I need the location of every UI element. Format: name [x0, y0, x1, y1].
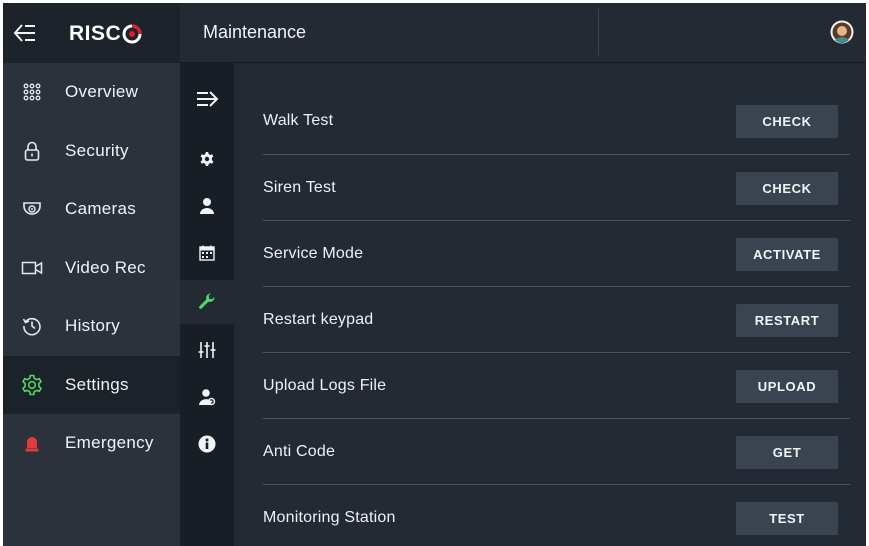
top-bar: Maintenance — [180, 3, 866, 63]
sidebar-item-label: Overview — [65, 82, 139, 102]
video-icon — [3, 239, 65, 298]
logo-mark-icon — [122, 24, 142, 44]
sidebar-item-video-rec[interactable]: Video Rec — [3, 239, 180, 298]
settings-subrail — [180, 63, 234, 546]
row-label: Anti Code — [263, 443, 336, 460]
rail-item-sliders[interactable] — [180, 328, 234, 372]
siren-test-check-button[interactable]: CHECK — [736, 171, 838, 205]
sidebar-item-label: History — [65, 316, 120, 336]
logo-text: RISC — [69, 22, 122, 45]
row-anti-code: Anti Code GET — [263, 419, 850, 485]
row-label: Restart keypad — [263, 311, 374, 328]
info-icon — [198, 435, 216, 453]
sidebar-item-cameras[interactable]: Cameras — [3, 180, 180, 239]
row-siren-test: Siren Test CHECK — [263, 155, 850, 221]
calendar-icon — [199, 245, 215, 261]
row-upload-logs: Upload Logs File UPLOAD — [263, 353, 850, 419]
maintenance-panel: Walk Test CHECK Siren Test CHECK Service… — [234, 63, 866, 546]
grid-icon — [3, 63, 65, 122]
sidebar-item-settings[interactable]: Settings — [3, 355, 180, 415]
history-icon — [3, 297, 65, 356]
rail-item-maintenance[interactable] — [180, 280, 234, 324]
upload-logs-button[interactable]: UPLOAD — [736, 369, 838, 403]
lock-icon — [3, 122, 65, 181]
row-walk-test: Walk Test CHECK — [263, 88, 850, 154]
sidebar-item-security[interactable]: Security — [3, 122, 180, 181]
sidebar-item-label: Settings — [65, 374, 129, 394]
row-service-mode: Service Mode ACTIVATE — [263, 221, 850, 287]
siren-icon — [3, 414, 65, 473]
walk-test-check-button[interactable]: CHECK — [736, 104, 838, 138]
sidebar-item-label: Video Rec — [65, 257, 146, 277]
user-icon — [200, 198, 214, 214]
expand-icon — [197, 91, 219, 107]
sidebar: Overview Security Cameras Video Rec Hist… — [3, 63, 180, 546]
sidebar-item-emergency[interactable]: Emergency — [3, 414, 180, 473]
back-button[interactable] — [13, 21, 39, 45]
sidebar-item-label: Emergency — [65, 433, 154, 453]
restart-keypad-button[interactable]: RESTART — [736, 303, 838, 337]
row-label: Monitoring Station — [263, 509, 396, 526]
row-monitoring-station: Monitoring Station TEST — [263, 485, 850, 546]
gear-icon — [3, 356, 65, 415]
row-label: Siren Test — [263, 179, 336, 196]
sidebar-header: RISC — [3, 3, 180, 63]
row-label: Service Mode — [263, 245, 364, 262]
risco-logo: RISC — [69, 21, 142, 47]
page-title: Maintenance — [203, 22, 307, 42]
gear-icon — [200, 152, 214, 166]
sidebar-item-label: Security — [65, 140, 129, 160]
sidebar-item-history[interactable]: History — [3, 297, 180, 356]
sidebar-item-label: Cameras — [65, 199, 137, 219]
users-icon — [199, 389, 216, 406]
rail-item-users[interactable] — [180, 375, 234, 419]
avatar-icon — [830, 20, 854, 44]
rail-item-user[interactable] — [180, 184, 234, 228]
sliders-icon — [198, 342, 216, 358]
header-divider — [598, 9, 599, 55]
user-avatar[interactable] — [830, 20, 854, 44]
sidebar-item-overview[interactable]: Overview — [3, 63, 180, 122]
rail-item-info[interactable] — [180, 422, 234, 466]
rail-item-calendar[interactable] — [180, 231, 234, 275]
camera-icon — [3, 180, 65, 239]
service-mode-activate-button[interactable]: ACTIVATE — [736, 237, 838, 271]
row-restart-keypad: Restart keypad RESTART — [263, 287, 850, 353]
anti-code-get-button[interactable]: GET — [736, 435, 838, 469]
arrow-left-icon — [13, 24, 35, 42]
rail-item-general[interactable] — [180, 137, 234, 181]
wrench-icon — [199, 293, 215, 309]
row-label: Upload Logs File — [263, 377, 387, 394]
monitoring-station-test-button[interactable]: TEST — [736, 501, 838, 535]
rail-item-expand[interactable] — [180, 77, 234, 121]
row-label: Walk Test — [263, 112, 334, 129]
app-window: RISC Maintenance Overview Security Camer… — [3, 3, 866, 546]
